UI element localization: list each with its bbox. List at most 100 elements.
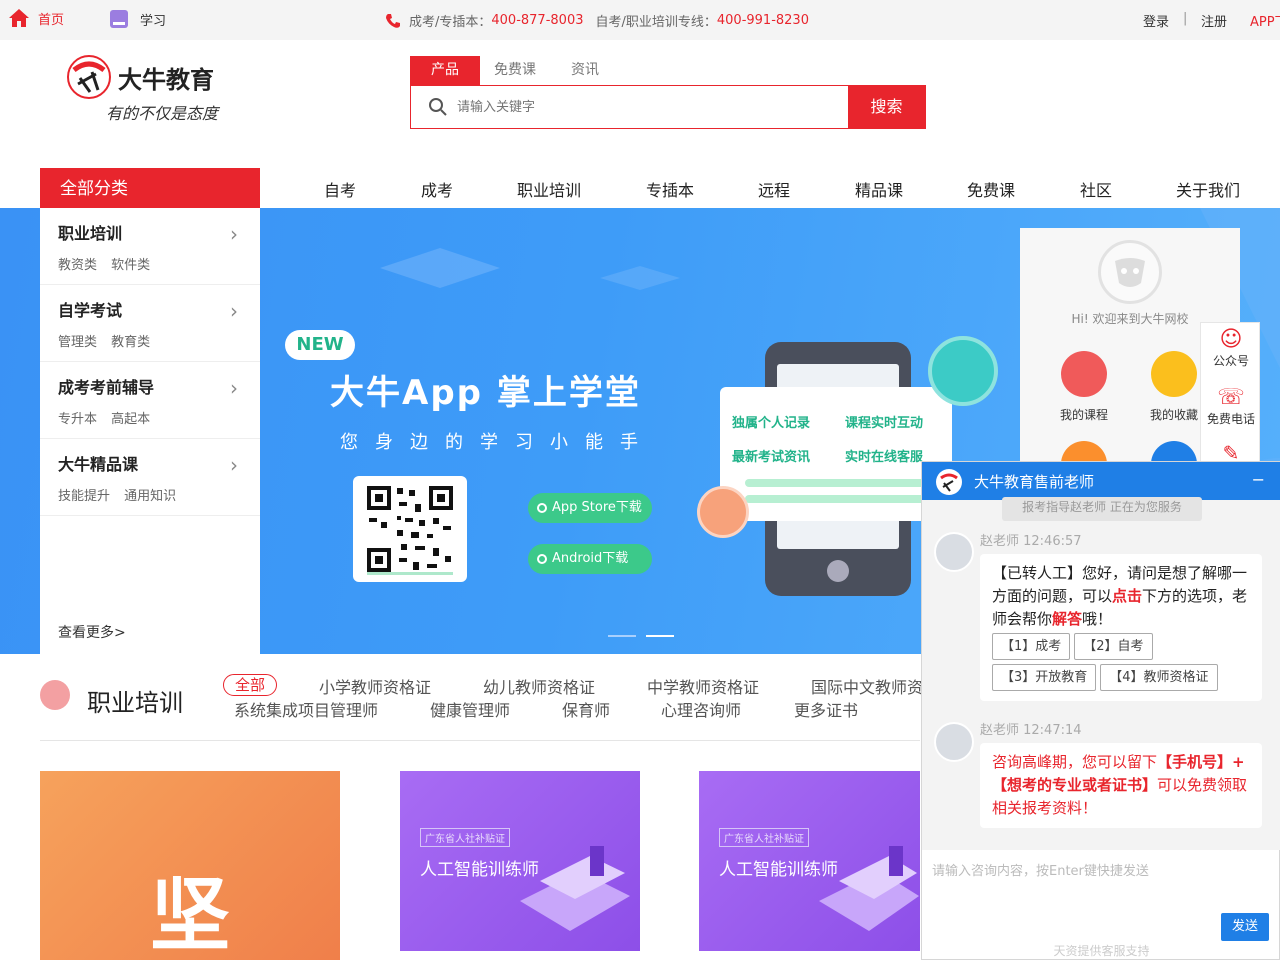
android-download-button[interactable]: Android下载 — [528, 544, 652, 574]
nav-item-zhuanchaben[interactable]: 专插本 — [646, 177, 694, 201]
chat-header: 大牛教育售前老师 − — [922, 462, 1280, 500]
chat-option[interactable]: 【2】自考 — [1074, 633, 1153, 660]
category-title: 职业培训 — [58, 224, 123, 243]
wechat-button[interactable]: ☺ 公众号 — [1201, 327, 1261, 369]
study-label: 学习 — [140, 13, 167, 29]
agent-avatar — [934, 532, 974, 572]
qr-code — [353, 476, 467, 582]
all-categories-button[interactable]: 全部分类 — [40, 168, 260, 208]
phone-icon — [386, 13, 400, 28]
chevron-right-icon: › — [230, 376, 238, 400]
training-all-tag[interactable]: 全部 — [223, 674, 277, 696]
top-bar: 首页 学习 成考/专插本： 400-877-8003 自考/职业培训专线： 40… — [0, 0, 1280, 40]
chat-option[interactable]: 【3】开放教育 — [992, 664, 1097, 691]
topbar-separator: | — [1183, 11, 1188, 26]
chat-input[interactable]: 请输入咨询内容，按Enter键快捷发送 — [932, 860, 1149, 879]
monitor-icon — [928, 336, 998, 406]
category-title: 成考考前辅导 — [58, 378, 155, 397]
my-favorites-icon[interactable] — [1151, 351, 1197, 397]
training-icon — [40, 680, 70, 710]
chat-title: 大牛教育售前老师 — [974, 473, 1095, 491]
avatar[interactable] — [1098, 240, 1162, 304]
search-input[interactable] — [449, 87, 829, 127]
nav-item-remote[interactable]: 远程 — [758, 177, 790, 201]
training-link[interactable]: 系统集成项目管理师 — [234, 697, 378, 721]
nav-item-free-courses[interactable]: 免费课 — [967, 177, 1015, 201]
app-download-link[interactable]: APP下 — [1250, 11, 1280, 30]
home-label: 首页 — [38, 12, 65, 28]
training-link[interactable]: 幼儿教师资格证 — [483, 674, 595, 698]
hotline-number-1[interactable]: 400-877-8003 — [491, 13, 583, 28]
search-tab-news[interactable]: 资讯 — [550, 56, 620, 86]
qr-code-image — [367, 486, 453, 575]
search-box: 搜索 — [410, 85, 926, 129]
nav-item-zikao[interactable]: 自考 — [324, 177, 356, 201]
home-icon — [9, 9, 29, 27]
hotline-mid: 自考/职业培训专线： — [595, 15, 717, 30]
my-courses-icon[interactable] — [1061, 351, 1107, 397]
training-link[interactable]: 心理咨询师 — [661, 697, 741, 721]
course-card[interactable]: 广东省人社补贴证 人工智能训练师 — [699, 771, 920, 951]
new-badge: NEW — [285, 330, 355, 360]
features-card: 独属个人记录 课程实时互动 最新考试资讯 实时在线客服 — [720, 387, 952, 521]
chat-option[interactable]: 【1】成考 — [992, 633, 1071, 660]
category-title: 大牛精品课 — [58, 455, 139, 474]
logo-slogan: 有的不仅是态度 — [106, 104, 219, 123]
category-sub: 教资类 软件类 — [58, 258, 151, 273]
category-item-self-study[interactable]: 自学考试 管理类 教育类 › — [40, 285, 260, 362]
free-call-button[interactable]: ☏ 免费电话 — [1201, 385, 1261, 427]
search-button[interactable]: 搜索 — [848, 86, 925, 128]
chat-message-text: 【已转人工】您好，请问是想了解哪一方面的问题，可以点击下方的选项，老师会帮你解答… — [992, 564, 1248, 628]
search-tab-free-courses[interactable]: 免费课 — [480, 56, 550, 86]
free-call-label: 免费电话 — [1206, 412, 1255, 426]
see-more-link[interactable]: 查看更多> — [58, 622, 126, 642]
nav-item-chengkao[interactable]: 成考 — [421, 177, 453, 201]
nav-item-vocational[interactable]: 职业培训 — [517, 177, 581, 201]
course-tag: 广东省人社补贴证 — [719, 828, 809, 847]
category-menu: 职业培训 教资类 软件类 › 自学考试 管理类 教育类 › 成考考前辅导 专升本… — [40, 208, 260, 654]
carousel-dot-1 — [608, 635, 636, 637]
category-item-adult-exam[interactable]: 成考考前辅导 专升本 高起本 › — [40, 362, 260, 439]
send-button[interactable]: 发送 — [1221, 913, 1269, 941]
course-card[interactable]: 坚 — [40, 771, 340, 960]
training-link[interactable]: 保育师 — [562, 697, 610, 721]
hotline-number-2[interactable]: 400-991-8230 — [717, 13, 809, 28]
training-link[interactable]: 中学教师资格证 — [647, 674, 759, 698]
training-section: 职业培训 全部 小学教师资格证 幼儿教师资格证 中学教师资格证 国际中文教师资 … — [40, 660, 940, 740]
chat-system-notice: 报考指导赵老师 正在为您服务 — [1002, 497, 1202, 521]
nav-item-premium[interactable]: 精品课 — [855, 177, 903, 201]
more-certificates-link[interactable]: 更多证书 — [794, 697, 858, 721]
category-item-vocational[interactable]: 职业培训 教资类 软件类 › — [40, 208, 260, 285]
register-link[interactable]: 注册 — [1201, 11, 1227, 30]
study-link[interactable]: 学习 — [108, 8, 166, 30]
banner-subtitle: 您身边的学习小能手 — [340, 432, 655, 453]
minimize-icon[interactable]: − — [1252, 470, 1265, 489]
wechat-label: 公众号 — [1212, 354, 1249, 368]
wechat-icon: ☺ — [1219, 327, 1243, 352]
course-card[interactable]: 广东省人社补贴证 人工智能训练师 — [400, 771, 640, 951]
cow-icon — [1115, 258, 1145, 287]
training-link[interactable]: 健康管理师 — [430, 697, 510, 721]
category-item-premium[interactable]: 大牛精品课 技能提升 通用知识 › — [40, 439, 260, 516]
training-link[interactable]: 国际中文教师资 — [811, 674, 923, 698]
logo-mark — [67, 55, 111, 99]
appstore-download-button[interactable]: App Store下载 — [528, 493, 652, 523]
chat-option[interactable]: 【4】教师资格证 — [1100, 664, 1218, 691]
my-courses-label[interactable]: 我的课程 — [1060, 406, 1108, 423]
search-icon — [429, 98, 447, 116]
my-favorites-label[interactable]: 我的收藏 — [1150, 406, 1198, 423]
nav-item-about[interactable]: 关于我们 — [1176, 177, 1240, 201]
category-title: 自学考试 — [58, 301, 123, 320]
course-tag: 广东省人社补贴证 — [420, 828, 510, 847]
logo[interactable]: 大牛教育 有的不仅是态度 — [66, 52, 246, 132]
category-sub: 管理类 教育类 — [58, 335, 151, 350]
logo-brand: 大牛教育 — [118, 66, 214, 94]
nav-item-community[interactable]: 社区 — [1080, 177, 1112, 201]
chat-message: 【已转人工】您好，请问是想了解哪一方面的问题，可以点击下方的选项，老师会帮你解答… — [980, 554, 1262, 701]
login-link[interactable]: 登录 — [1143, 11, 1169, 30]
chat-footer: 天资提供客服支持 — [1053, 944, 1150, 958]
home-link[interactable]: 首页 — [8, 8, 64, 28]
feature-2: 课程实时互动 — [845, 416, 924, 431]
training-link[interactable]: 小学教师资格证 — [319, 674, 431, 698]
search-tab-products[interactable]: 产品 — [410, 56, 480, 86]
